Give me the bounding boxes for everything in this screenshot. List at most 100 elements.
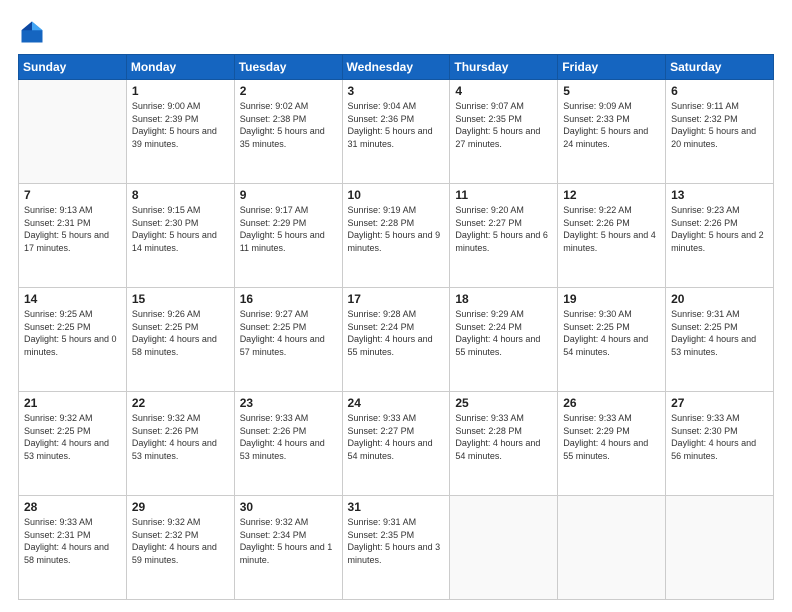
- cell-info: Sunrise: 9:09 AMSunset: 2:33 PMDaylight:…: [563, 100, 660, 150]
- cell-info: Sunrise: 9:33 AMSunset: 2:29 PMDaylight:…: [563, 412, 660, 462]
- calendar-cell: 15 Sunrise: 9:26 AMSunset: 2:25 PMDayligh…: [126, 288, 234, 392]
- calendar-cell: 13 Sunrise: 9:23 AMSunset: 2:26 PMDayligh…: [666, 184, 774, 288]
- calendar-cell: 27 Sunrise: 9:33 AMSunset: 2:30 PMDayligh…: [666, 392, 774, 496]
- day-number: 26: [563, 396, 660, 410]
- day-number: 24: [348, 396, 445, 410]
- day-number: 3: [348, 84, 445, 98]
- cell-info: Sunrise: 9:29 AMSunset: 2:24 PMDaylight:…: [455, 308, 552, 358]
- day-number: 21: [24, 396, 121, 410]
- calendar-cell: 2 Sunrise: 9:02 AMSunset: 2:38 PMDaylight…: [234, 80, 342, 184]
- cell-info: Sunrise: 9:11 AMSunset: 2:32 PMDaylight:…: [671, 100, 768, 150]
- day-number: 4: [455, 84, 552, 98]
- calendar-cell: 29 Sunrise: 9:32 AMSunset: 2:32 PMDayligh…: [126, 496, 234, 600]
- calendar-cell: [19, 80, 127, 184]
- cell-info: Sunrise: 9:25 AMSunset: 2:25 PMDaylight:…: [24, 308, 121, 358]
- day-number: 8: [132, 188, 229, 202]
- day-number: 22: [132, 396, 229, 410]
- cell-info: Sunrise: 9:26 AMSunset: 2:25 PMDaylight:…: [132, 308, 229, 358]
- day-number: 25: [455, 396, 552, 410]
- calendar-cell: 6 Sunrise: 9:11 AMSunset: 2:32 PMDaylight…: [666, 80, 774, 184]
- calendar-cell: 20 Sunrise: 9:31 AMSunset: 2:25 PMDayligh…: [666, 288, 774, 392]
- calendar-cell: [558, 496, 666, 600]
- day-number: 12: [563, 188, 660, 202]
- page: SundayMondayTuesdayWednesdayThursdayFrid…: [0, 0, 792, 612]
- header: [18, 18, 774, 46]
- cell-info: Sunrise: 9:32 AMSunset: 2:26 PMDaylight:…: [132, 412, 229, 462]
- calendar-cell: 19 Sunrise: 9:30 AMSunset: 2:25 PMDayligh…: [558, 288, 666, 392]
- cell-info: Sunrise: 9:33 AMSunset: 2:30 PMDaylight:…: [671, 412, 768, 462]
- cell-info: Sunrise: 9:30 AMSunset: 2:25 PMDaylight:…: [563, 308, 660, 358]
- calendar-cell: 1 Sunrise: 9:00 AMSunset: 2:39 PMDaylight…: [126, 80, 234, 184]
- cell-info: Sunrise: 9:33 AMSunset: 2:28 PMDaylight:…: [455, 412, 552, 462]
- day-number: 14: [24, 292, 121, 306]
- weekday-header-saturday: Saturday: [666, 55, 774, 80]
- calendar-cell: 23Sunrise: 9:33 AMSunset: 2:26 PMDayligh…: [234, 392, 342, 496]
- weekday-header-sunday: Sunday: [19, 55, 127, 80]
- calendar-cell: 18Sunrise: 9:29 AMSunset: 2:24 PMDayligh…: [450, 288, 558, 392]
- day-number: 6: [671, 84, 768, 98]
- day-number: 11: [455, 188, 552, 202]
- day-number: 15: [132, 292, 229, 306]
- calendar-cell: [450, 496, 558, 600]
- calendar-week-0: 1 Sunrise: 9:00 AMSunset: 2:39 PMDaylight…: [19, 80, 774, 184]
- day-number: 28: [24, 500, 121, 514]
- day-number: 29: [132, 500, 229, 514]
- calendar-week-3: 21 Sunrise: 9:32 AMSunset: 2:25 PMDayligh…: [19, 392, 774, 496]
- day-number: 10: [348, 188, 445, 202]
- cell-info: Sunrise: 9:07 AMSunset: 2:35 PMDaylight:…: [455, 100, 552, 150]
- calendar-cell: 22 Sunrise: 9:32 AMSunset: 2:26 PMDayligh…: [126, 392, 234, 496]
- calendar-cell: 25 Sunrise: 9:33 AMSunset: 2:28 PMDayligh…: [450, 392, 558, 496]
- day-number: 17: [348, 292, 445, 306]
- day-number: 13: [671, 188, 768, 202]
- calendar-table: SundayMondayTuesdayWednesdayThursdayFrid…: [18, 54, 774, 600]
- cell-info: Sunrise: 9:17 AMSunset: 2:29 PMDaylight:…: [240, 204, 337, 254]
- logo-icon: [18, 18, 46, 46]
- day-number: 9: [240, 188, 337, 202]
- calendar-week-4: 28Sunrise: 9:33 AMSunset: 2:31 PMDayligh…: [19, 496, 774, 600]
- cell-info: Sunrise: 9:13 AMSunset: 2:31 PMDaylight:…: [24, 204, 121, 254]
- cell-info: Sunrise: 9:28 AMSunset: 2:24 PMDaylight:…: [348, 308, 445, 358]
- weekday-header-monday: Monday: [126, 55, 234, 80]
- cell-info: Sunrise: 9:32 AMSunset: 2:25 PMDaylight:…: [24, 412, 121, 462]
- cell-info: Sunrise: 9:04 AMSunset: 2:36 PMDaylight:…: [348, 100, 445, 150]
- calendar-week-1: 7 Sunrise: 9:13 AMSunset: 2:31 PMDaylight…: [19, 184, 774, 288]
- cell-info: Sunrise: 9:00 AMSunset: 2:39 PMDaylight:…: [132, 100, 229, 150]
- logo: [18, 18, 50, 46]
- calendar-cell: 24Sunrise: 9:33 AMSunset: 2:27 PMDayligh…: [342, 392, 450, 496]
- cell-info: Sunrise: 9:15 AMSunset: 2:30 PMDaylight:…: [132, 204, 229, 254]
- calendar-week-2: 14 Sunrise: 9:25 AMSunset: 2:25 PMDayligh…: [19, 288, 774, 392]
- calendar-cell: 17 Sunrise: 9:28 AMSunset: 2:24 PMDayligh…: [342, 288, 450, 392]
- cell-info: Sunrise: 9:31 AMSunset: 2:35 PMDaylight:…: [348, 516, 445, 566]
- cell-info: Sunrise: 9:19 AMSunset: 2:28 PMDaylight:…: [348, 204, 445, 254]
- day-number: 7: [24, 188, 121, 202]
- day-number: 30: [240, 500, 337, 514]
- weekday-header-row: SundayMondayTuesdayWednesdayThursdayFrid…: [19, 55, 774, 80]
- day-number: 19: [563, 292, 660, 306]
- calendar-cell: 10 Sunrise: 9:19 AMSunset: 2:28 PMDayligh…: [342, 184, 450, 288]
- calendar-cell: 5 Sunrise: 9:09 AMSunset: 2:33 PMDaylight…: [558, 80, 666, 184]
- cell-info: Sunrise: 9:22 AMSunset: 2:26 PMDaylight:…: [563, 204, 660, 254]
- calendar-cell: [666, 496, 774, 600]
- calendar-cell: 14 Sunrise: 9:25 AMSunset: 2:25 PMDayligh…: [19, 288, 127, 392]
- day-number: 16: [240, 292, 337, 306]
- day-number: 27: [671, 396, 768, 410]
- weekday-header-thursday: Thursday: [450, 55, 558, 80]
- day-number: 20: [671, 292, 768, 306]
- cell-info: Sunrise: 9:32 AMSunset: 2:32 PMDaylight:…: [132, 516, 229, 566]
- calendar-cell: 26 Sunrise: 9:33 AMSunset: 2:29 PMDayligh…: [558, 392, 666, 496]
- day-number: 2: [240, 84, 337, 98]
- day-number: 1: [132, 84, 229, 98]
- calendar-cell: 12 Sunrise: 9:22 AMSunset: 2:26 PMDayligh…: [558, 184, 666, 288]
- cell-info: Sunrise: 9:02 AMSunset: 2:38 PMDaylight:…: [240, 100, 337, 150]
- calendar-cell: 21 Sunrise: 9:32 AMSunset: 2:25 PMDayligh…: [19, 392, 127, 496]
- cell-info: Sunrise: 9:33 AMSunset: 2:26 PMDaylight:…: [240, 412, 337, 462]
- weekday-header-tuesday: Tuesday: [234, 55, 342, 80]
- weekday-header-friday: Friday: [558, 55, 666, 80]
- cell-info: Sunrise: 9:31 AMSunset: 2:25 PMDaylight:…: [671, 308, 768, 358]
- calendar-cell: 3 Sunrise: 9:04 AMSunset: 2:36 PMDaylight…: [342, 80, 450, 184]
- calendar-cell: 4 Sunrise: 9:07 AMSunset: 2:35 PMDaylight…: [450, 80, 558, 184]
- cell-info: Sunrise: 9:23 AMSunset: 2:26 PMDaylight:…: [671, 204, 768, 254]
- weekday-header-wednesday: Wednesday: [342, 55, 450, 80]
- day-number: 5: [563, 84, 660, 98]
- cell-info: Sunrise: 9:32 AMSunset: 2:34 PMDaylight:…: [240, 516, 337, 566]
